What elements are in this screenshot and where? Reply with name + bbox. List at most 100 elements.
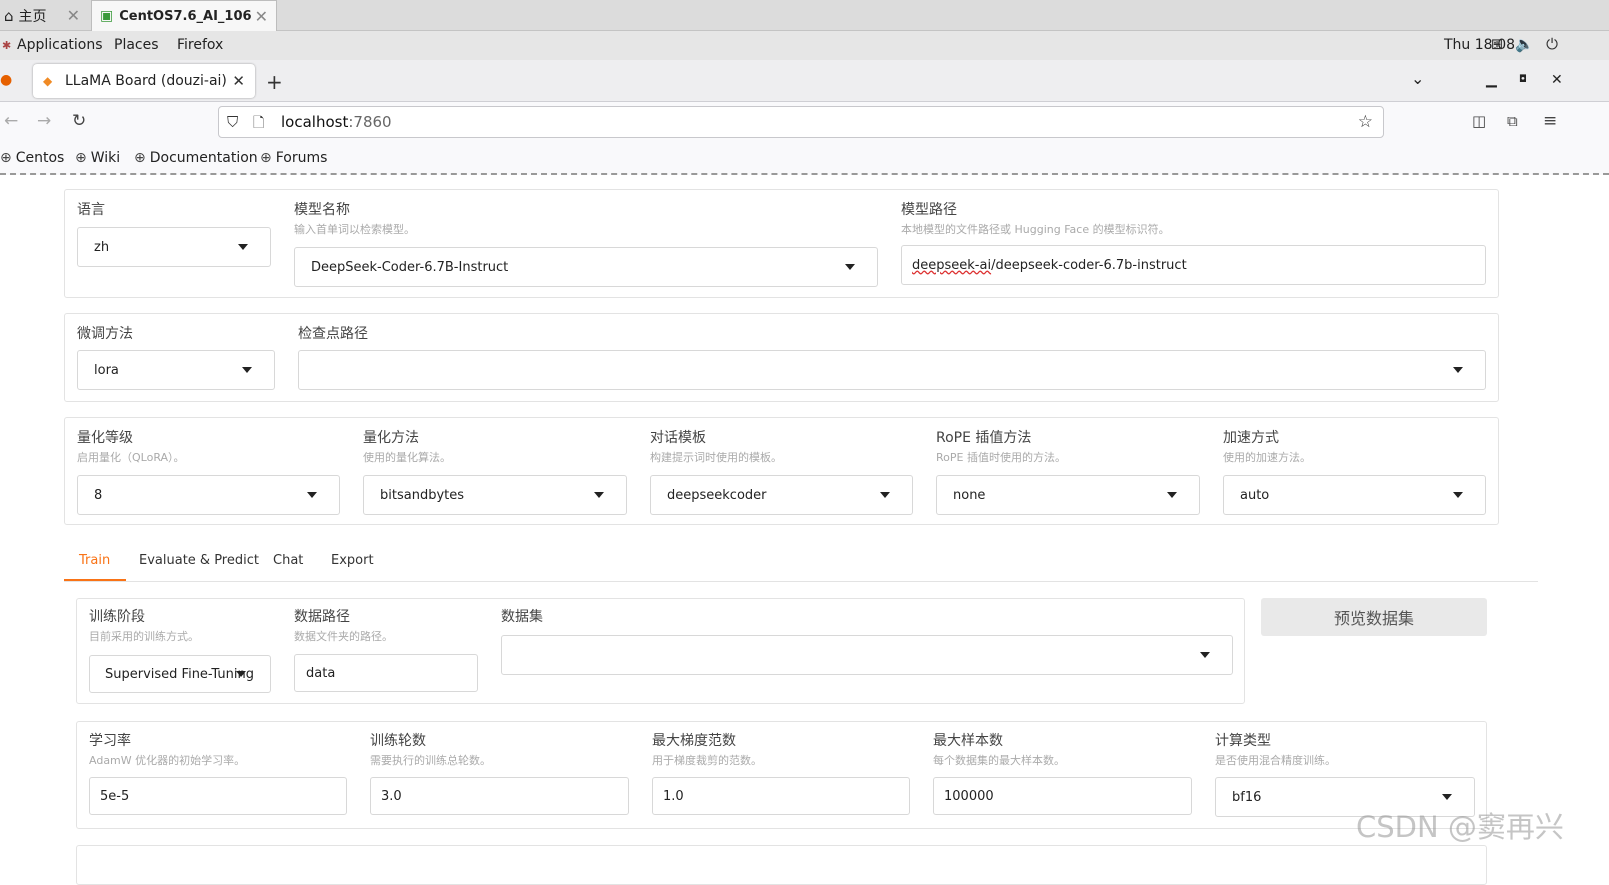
quant-method-dropdown[interactable]: bitsandbytes	[363, 475, 627, 515]
browser-tab[interactable]: ◆ LLaMA Board (douzi-ai) ✕	[33, 64, 255, 98]
bookmark-star-icon[interactable]: ☆	[1358, 112, 1373, 132]
language-field: 语言	[77, 201, 105, 219]
page-icon[interactable]: 🗋	[253, 112, 264, 136]
chevron-down-icon	[880, 492, 890, 498]
quant-bit-value: 8	[94, 487, 103, 503]
chevron-down-icon	[242, 367, 252, 373]
model-name-value: DeepSeek-Coder-6.7B-Instruct	[311, 259, 509, 275]
max-grad-norm-info: 用于梯度裁剪的范数。	[652, 754, 762, 767]
checkpoint-dropdown[interactable]	[298, 350, 1486, 390]
new-tab-icon[interactable]: +	[266, 70, 283, 94]
chevron-down-icon	[845, 264, 855, 270]
quant-bit-label: 量化等级	[77, 430, 133, 446]
learning-rate-input[interactable]: 5e-5	[89, 777, 347, 815]
model-name-info: 输入首单词以检索模型。	[294, 223, 415, 236]
forward-icon[interactable]: →	[37, 111, 51, 131]
language-dropdown[interactable]: zh	[77, 227, 271, 267]
globe-icon: ⊕	[75, 150, 87, 166]
vm-tab-home[interactable]: ⌂ 主页 ✕	[0, 0, 88, 31]
pocket-icon[interactable]: ◫	[1472, 112, 1486, 130]
active-tab-indicator	[64, 579, 126, 581]
shield-icon[interactable]: ⛉	[227, 113, 238, 131]
reload-icon[interactable]: ↻	[72, 111, 86, 131]
close-window-icon[interactable]: ✕	[1551, 72, 1563, 88]
compute-type-info: 是否使用混合精度训练。	[1215, 754, 1336, 767]
booster-field: 加速方式 使用的加速方法。	[1223, 429, 1311, 466]
tab-list-chevron-icon[interactable]: ⌄	[1411, 69, 1424, 88]
close-icon[interactable]: ✕	[255, 7, 268, 26]
maximize-icon[interactable]: ◘	[1519, 74, 1527, 85]
bookmarks-toolbar: ⊕ Centos ⊕ Wiki ⊕ Documentation ⊕ Forums	[0, 141, 1609, 175]
model-path-input[interactable]: deepseek-ai/deepseek-coder-6.7b-instruct	[901, 245, 1486, 285]
close-tab-icon[interactable]: ✕	[232, 72, 245, 90]
dataset-field: 数据集	[501, 608, 543, 626]
dataset-dir-field: 数据路径 数据文件夹的路径。	[294, 608, 393, 645]
finetune-method-label: 微调方法	[77, 326, 133, 342]
rope-value: none	[953, 487, 986, 503]
extensions-icon[interactable]: ⧉	[1507, 112, 1518, 130]
template-dropdown[interactable]: deepseekcoder	[650, 475, 913, 515]
checkpoint-label: 检查点路径	[298, 326, 368, 342]
booster-dropdown[interactable]: auto	[1223, 475, 1486, 515]
dataset-dir-info: 数据文件夹的路径。	[294, 630, 393, 643]
menu-firefox[interactable]: Firefox	[177, 37, 223, 53]
bookmark-label: Centos	[15, 150, 65, 166]
close-icon[interactable]: ✕	[67, 6, 80, 25]
max-samples-input[interactable]: 100000	[933, 777, 1192, 815]
bookmark-wiki[interactable]: ⊕ Wiki	[75, 150, 120, 166]
finetune-method-dropdown[interactable]: lora	[77, 350, 275, 390]
menu-places[interactable]: Places	[114, 37, 159, 53]
training-stage-info: 目前采用的训练方式。	[89, 630, 199, 643]
preview-dataset-button[interactable]: 预览数据集	[1261, 598, 1487, 636]
compute-type-field: 计算类型 是否使用混合精度训练。	[1215, 732, 1336, 769]
url-bar[interactable]: ⛉ 🗋 localhost:7860 ☆	[218, 106, 1384, 138]
rope-dropdown[interactable]: none	[936, 475, 1200, 515]
bookmark-centos[interactable]: ⊕ Centos	[0, 150, 64, 166]
chevron-down-icon	[1200, 652, 1210, 658]
chevron-down-icon	[238, 244, 248, 250]
max-samples-field: 最大样本数 每个数据集的最大样本数。	[933, 732, 1065, 769]
training-stage-dropdown[interactable]: Supervised Fine-Tuning	[89, 655, 271, 693]
back-icon[interactable]: ←	[4, 111, 18, 131]
model-name-field: 模型名称 输入首单词以检索模型。	[294, 201, 415, 238]
volume-icon[interactable]: 🔈	[1515, 35, 1534, 53]
menu-hamburger-icon[interactable]: ≡	[1543, 111, 1557, 131]
network-icon[interactable]: ⊞	[1488, 35, 1506, 53]
browser-tab-title: LLaMA Board (douzi-ai)	[65, 73, 227, 89]
model-path-rest: /deepseek-coder-6.7b-instruct	[991, 257, 1187, 273]
chevron-down-icon	[1453, 367, 1463, 373]
bookmark-forums[interactable]: ⊕ Forums	[260, 150, 327, 166]
learning-rate-label: 学习率	[89, 733, 131, 749]
finetune-method-value: lora	[94, 362, 119, 378]
rope-field: RoPE 插值方法 RoPE 插值时使用的方法。	[936, 429, 1066, 466]
quant-method-value: bitsandbytes	[380, 487, 465, 503]
tab-chat[interactable]: Chat	[273, 553, 303, 568]
gnome-panel: ✱ Applications Places Firefox Thu 18:08 …	[0, 31, 1609, 60]
dataset-dropdown[interactable]	[501, 635, 1233, 675]
model-name-dropdown[interactable]: DeepSeek-Coder-6.7B-Instruct	[294, 247, 878, 287]
bookmark-documentation[interactable]: ⊕ Documentation	[134, 150, 258, 166]
url-text[interactable]: localhost:7860	[281, 113, 392, 131]
rope-label: RoPE 插值方法	[936, 430, 1032, 446]
minimize-icon[interactable]: ▁	[1486, 72, 1497, 88]
menu-applications[interactable]: Applications	[17, 37, 103, 53]
apps-icon: ✱	[2, 39, 12, 52]
tab-train[interactable]: Train	[79, 553, 110, 568]
model-path-info: 本地模型的文件路径或 Hugging Face 的模型标识符。	[901, 223, 1170, 236]
dataset-dir-value: data	[306, 665, 336, 681]
template-value: deepseekcoder	[667, 487, 767, 503]
llama-board-favicon: ◆	[43, 74, 53, 88]
tab-export[interactable]: Export	[331, 553, 374, 568]
epochs-input[interactable]: 3.0	[370, 777, 629, 815]
dataset-dir-input[interactable]: data	[294, 654, 478, 692]
template-field: 对话模板 构建提示词时使用的模板。	[650, 429, 782, 466]
home-icon: ⌂	[4, 6, 14, 25]
quant-bit-dropdown[interactable]: 8	[77, 475, 340, 515]
learning-rate-value: 5e-5	[100, 788, 130, 804]
model-name-label: 模型名称	[294, 202, 350, 218]
tab-evaluate-predict[interactable]: Evaluate & Predict	[139, 553, 259, 568]
next-block-edge	[76, 845, 1487, 885]
power-icon[interactable]: ⏻	[1543, 35, 1561, 53]
max-grad-norm-input[interactable]: 1.0	[652, 777, 910, 815]
vm-tab-active[interactable]: ▣ CentOS7.6_AI_106 ✕	[91, 0, 277, 31]
